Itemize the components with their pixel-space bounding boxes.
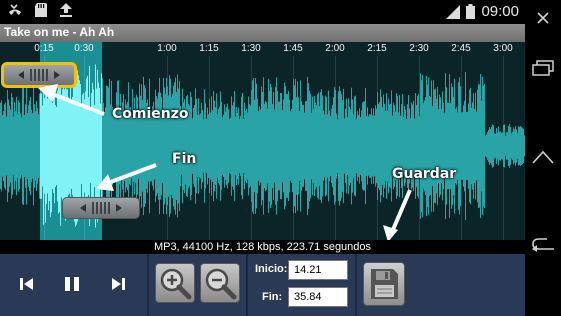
recent-apps-button[interactable] <box>530 58 556 78</box>
song-title: Take on me - Ah Ah <box>4 25 115 39</box>
skip-back-icon <box>20 278 33 290</box>
home-icon <box>532 150 554 164</box>
save-button[interactable] <box>363 262 405 306</box>
annotation-arrows <box>38 84 412 240</box>
close-nav-button[interactable] <box>530 8 556 28</box>
save-callout-arrow <box>383 189 412 240</box>
zoom-out-icon <box>205 268 237 300</box>
recent-apps-icon <box>532 60 554 76</box>
end-callout-label: Fin <box>172 151 197 167</box>
start-callout-label: Comienzo <box>112 106 189 122</box>
end-time-label: Fin: <box>262 291 283 303</box>
start-time-label: Inicio: <box>255 263 288 275</box>
pause-button[interactable] <box>62 274 82 294</box>
divider <box>147 254 149 316</box>
skip-forward-icon <box>112 278 125 290</box>
divider <box>246 254 248 316</box>
upload-icon <box>60 3 72 17</box>
battery-icon <box>466 4 476 19</box>
floppy-disk-icon <box>371 269 398 299</box>
start-time-field[interactable]: 14.21 <box>288 260 348 280</box>
end-time-field[interactable]: 35.84 <box>288 287 348 307</box>
sd-card-icon <box>35 3 47 17</box>
status-left-icons <box>8 3 72 17</box>
close-icon <box>537 12 549 24</box>
pause-icon <box>65 277 79 291</box>
navigation-bar <box>525 0 561 316</box>
start-callout-arrow <box>38 84 105 116</box>
missed-call-icon <box>9 4 21 15</box>
home-button[interactable] <box>530 147 556 167</box>
status-right: 09:00 <box>446 3 519 20</box>
skip-forward-button[interactable] <box>108 274 128 294</box>
skip-back-button[interactable] <box>17 274 37 294</box>
signal-icon <box>446 4 461 19</box>
save-callout-label: Guardar <box>392 166 457 182</box>
title-bar: Take on me - Ah Ah <box>0 24 525 42</box>
zoom-out-button[interactable] <box>200 263 240 303</box>
status-time: 09:00 <box>481 3 519 20</box>
end-callout-arrow <box>96 163 157 191</box>
status-bar: 09:00 <box>0 0 525 24</box>
back-button[interactable] <box>530 234 556 254</box>
divider <box>355 254 357 316</box>
zoom-in-button[interactable] <box>155 263 195 303</box>
audio-info: MP3, 44100 Hz, 128 kbps, 223.71 segundos <box>0 240 525 254</box>
zoom-in-icon <box>160 268 192 300</box>
controls-panel: Inicio: 14.21 Fin: 35.84 <box>0 254 525 316</box>
back-icon <box>532 238 554 252</box>
waveform-area[interactable]: 0:15 0:30 1:00 1:15 1:30 1:45 2:00 2:15 … <box>0 42 525 240</box>
